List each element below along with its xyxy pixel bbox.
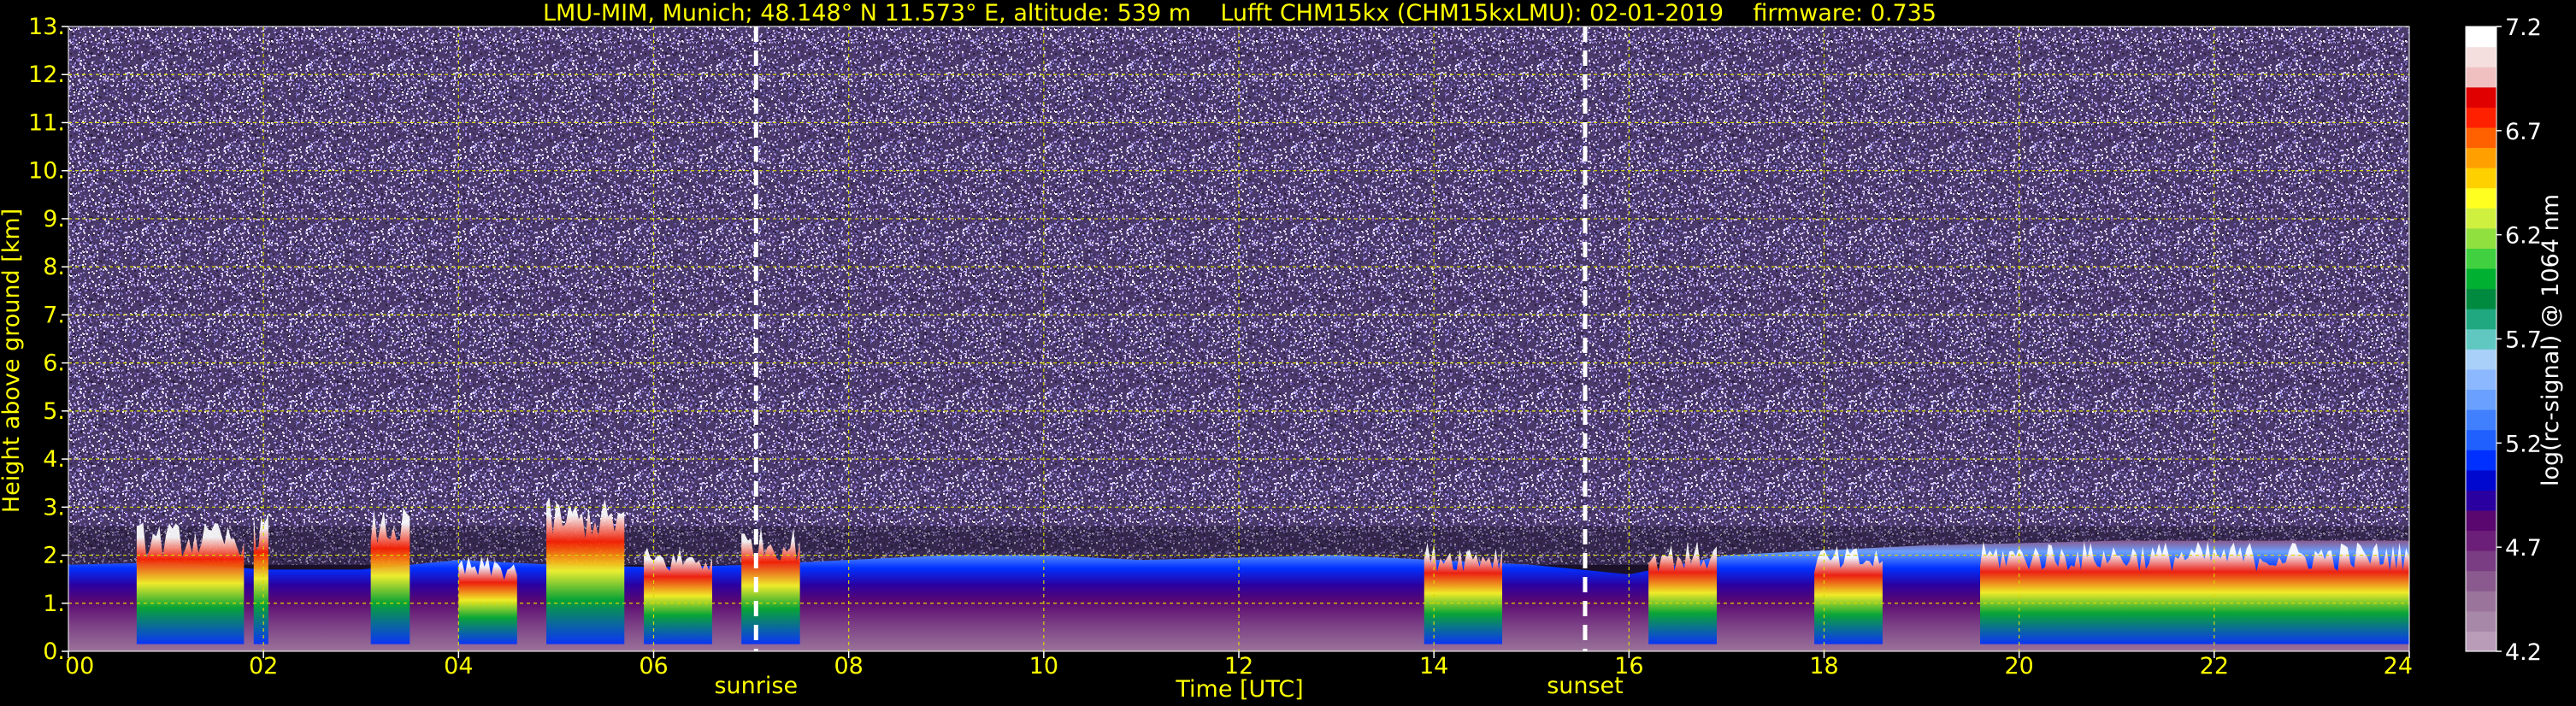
- x-tick-label: 22: [2200, 653, 2229, 680]
- colorbar-ticks: 4.2 4.7 5.2 5.7 6.2 6.7 7.2: [2496, 15, 2542, 666]
- sun-event-label: sunrise: [714, 673, 798, 699]
- colorbar-segment: [2466, 26, 2496, 48]
- colorbar-segment: [2466, 631, 2496, 652]
- colorbar-tick-label: 6.2: [2505, 223, 2542, 250]
- x-tick-label: 06: [639, 653, 668, 680]
- colorbar-segment: [2466, 208, 2496, 229]
- y-tick-label: 7.: [43, 302, 65, 328]
- colorbar-segment: [2466, 550, 2496, 572]
- colorbar-segment: [2466, 389, 2496, 410]
- y-tick-label: 6.: [43, 350, 65, 377]
- colorbar-segment: [2466, 147, 2496, 168]
- colorbar-tick-label: 5.2: [2505, 431, 2542, 457]
- y-tick-label: 12.: [28, 62, 65, 88]
- colorbar-segment: [2466, 67, 2496, 88]
- cloud-segment: [741, 527, 800, 644]
- colorbar-segment: [2466, 469, 2496, 491]
- x-tick-label: 08: [834, 653, 863, 680]
- colorbar-segment: [2466, 187, 2496, 209]
- x-tick-label: 14: [1419, 653, 1448, 680]
- chart-title: LMU-MIM, Munich; 48.148° N 11.573° E, al…: [543, 0, 1936, 26]
- x-tick-label: 04: [444, 653, 473, 680]
- y-tick-label: 2.: [43, 543, 65, 569]
- y-tick-label: 10.: [28, 158, 65, 185]
- colorbar-segment: [2466, 591, 2496, 612]
- colorbar-segment: [2466, 509, 2496, 532]
- sun-event-label: sunset: [1547, 673, 1624, 699]
- colorbar-tick-label: 4.7: [2505, 535, 2542, 562]
- x-tick-label: 00: [65, 653, 94, 680]
- colorbar-segment: [2466, 450, 2496, 471]
- colorbar-segment: [2466, 268, 2496, 290]
- y-axis-label: Height above ground [km]: [0, 209, 25, 513]
- colorbar-segment: [2466, 530, 2496, 551]
- colorbar-segment: [2466, 328, 2496, 350]
- colorbar-segment: [2466, 227, 2496, 249]
- colorbar-tick-label: 4.2: [2505, 639, 2542, 666]
- y-tick-label: 1.: [43, 591, 65, 617]
- colorbar-segment: [2466, 248, 2496, 269]
- colorbar-tick-label: 5.7: [2505, 327, 2542, 354]
- colorbar-segment: [2466, 46, 2496, 68]
- plot-area: [68, 26, 2409, 651]
- colorbar-segment: [2466, 309, 2496, 330]
- y-tick-label: 0.: [43, 638, 65, 665]
- colorbar-segment: [2466, 168, 2496, 189]
- y-tick-label: 5.: [43, 398, 65, 425]
- colorbar-segment: [2466, 349, 2496, 370]
- colorbar-segment: [2466, 288, 2496, 309]
- colorbar-tick-label: 7.2: [2505, 15, 2542, 41]
- x-tick-label: 20: [2004, 653, 2033, 680]
- y-tick-label: 11.: [28, 109, 65, 136]
- x-tick-label: 18: [1809, 653, 1838, 680]
- y-tick-label: 8.: [43, 254, 65, 280]
- colorbar-segment: [2466, 610, 2496, 632]
- colorbar-label: log(rc-signal) @ 1064 nm: [2538, 194, 2564, 486]
- y-tick-label: 13.: [28, 14, 65, 40]
- x-axis-label: Time [UTC]: [1175, 676, 1303, 703]
- y-axis: 0. 1. 2. 3. 4. 5. 6. 7. 8. 9. 10. 11. 12. 13.: [28, 14, 68, 665]
- colorbar-tick-label: 6.7: [2505, 119, 2542, 145]
- colorbar-segment: [2466, 490, 2496, 511]
- colorbar-segment: [2466, 86, 2496, 108]
- y-tick-label: 9.: [43, 206, 65, 232]
- colorbar-segment: [2466, 409, 2496, 431]
- colorbar-segment: [2466, 126, 2496, 149]
- x-tick-label: 02: [249, 653, 278, 680]
- ceilometer-chart: LMU-MIM, Munich; 48.148° N 11.573° E, al…: [0, 0, 2564, 703]
- colorbar-segment: [2466, 368, 2496, 391]
- colorbar: [2465, 26, 2497, 652]
- x-tick-label: 24: [2384, 653, 2413, 680]
- x-tick-label: 10: [1029, 653, 1058, 680]
- colorbar-segment: [2466, 107, 2496, 128]
- colorbar-segment: [2466, 570, 2496, 591]
- y-tick-label: 3.: [43, 494, 65, 521]
- colorbar-segment: [2466, 429, 2496, 450]
- y-tick-label: 4.: [43, 446, 65, 473]
